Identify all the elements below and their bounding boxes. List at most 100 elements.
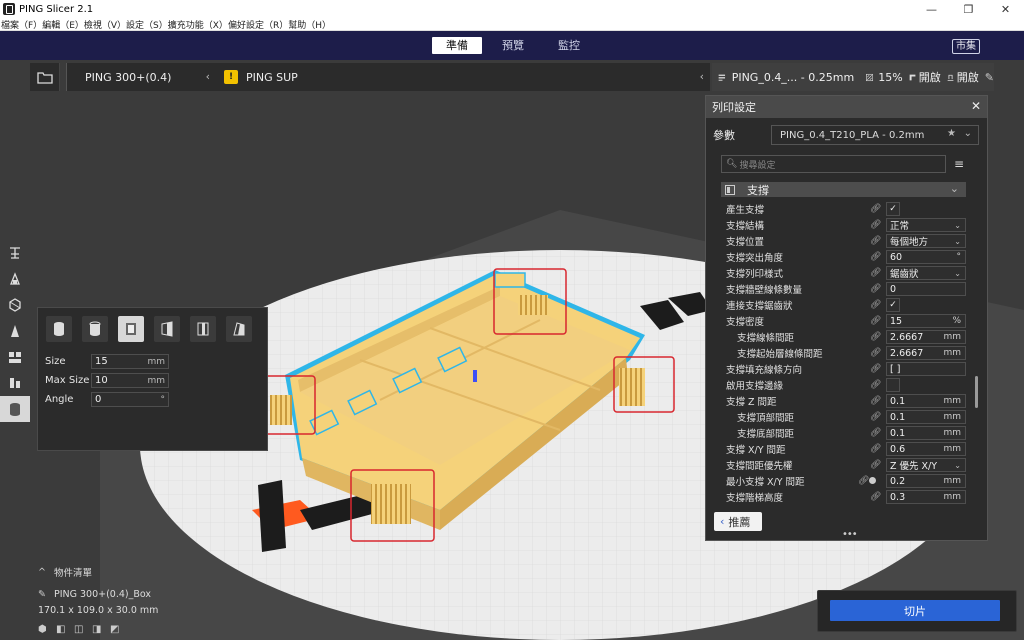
link-icon[interactable]: 🔗︎ [870, 204, 881, 214]
profile-dropdown[interactable]: PING_0.4_T210_PLA - 0.2mm ★ ⌄ [771, 125, 979, 145]
link-icon[interactable]: 🔗︎ [870, 332, 881, 342]
menu-file[interactable]: 檔案（F） [1, 18, 42, 31]
menu-help[interactable]: 幫助（H） [288, 18, 331, 31]
setting-value-field[interactable]: 15% [886, 314, 966, 328]
menu-extensions[interactable]: 擴充功能（X） [168, 18, 228, 31]
link-icon[interactable]: 🔗︎ [870, 444, 881, 454]
setting-name: 支撐底部間距 [737, 429, 795, 440]
edit-pencil-icon[interactable]: ✎ [38, 589, 46, 600]
view-3d-icon[interactable]: ⬢ [38, 624, 56, 635]
layflat-tool-button[interactable] [0, 370, 30, 396]
job-toolbar: PING 300+(0.4) ‹ ! PING SUP ‹ [30, 63, 710, 91]
tab-prepare[interactable]: 準備 [432, 37, 482, 54]
link-icon[interactable]: 🔗︎ [870, 316, 881, 326]
maximize-button[interactable]: ❐ [950, 0, 987, 18]
setting-value-field[interactable]: [ ] [886, 362, 966, 376]
angle-input[interactable]: 0 ° [91, 392, 169, 407]
setting-value-field[interactable]: 2.6667 mm [886, 330, 966, 344]
close-window-button[interactable]: ✕ [987, 0, 1024, 18]
setting-name: 支撐 Z 間距 [726, 397, 777, 408]
setting-value-field[interactable]: 正常 ⌄ [886, 218, 966, 232]
setting-checkbox[interactable]: ✓ [886, 298, 900, 312]
cube-shape-button[interactable] [118, 316, 144, 342]
scrollbar-thumb[interactable] [975, 376, 978, 408]
setting-value-field[interactable]: 60 ° [886, 250, 966, 264]
tube-shape-button[interactable] [82, 316, 108, 342]
menu-settings[interactable]: 設定（S） [126, 18, 168, 31]
setting-checkbox[interactable]: ✓ [886, 202, 900, 216]
tab-monitor[interactable]: 監控 [544, 37, 594, 54]
view-front-icon[interactable]: ◧ [56, 624, 74, 635]
setting-value-field[interactable]: 0.1 mm [886, 426, 966, 440]
marketplace-button[interactable]: 市集 [952, 39, 980, 54]
setting-value-field[interactable]: 鋸齒狀 ⌄ [886, 266, 966, 280]
size-input[interactable]: 15 mm [91, 354, 169, 369]
settings-search-input[interactable]: 🔍︎ 搜尋設定 [721, 155, 946, 173]
setting-value-field[interactable]: 0.6 mm [886, 442, 966, 456]
cylinder-shape-button[interactable] [46, 316, 72, 342]
menu-preferences[interactable]: 偏好設定（R） [228, 18, 288, 31]
material-selector[interactable]: ! PING SUP ‹ [216, 63, 710, 91]
menu-edit[interactable]: 編輯（E） [42, 18, 84, 31]
object-list-toggle[interactable]: ^ 物件清單 [38, 565, 278, 580]
link-icon[interactable]: 🔗︎ [870, 220, 881, 230]
app-logo-icon [3, 3, 15, 15]
printer-selector[interactable]: PING 300+(0.4) ‹ [66, 63, 216, 91]
print-settings-summary[interactable]: PING_0.4_... - 0.25mm 15% 開啟 開啟 ✎ [712, 63, 994, 91]
adhesion-icon [947, 74, 954, 81]
link-icon[interactable]: 🔗︎ [870, 252, 881, 262]
link-icon[interactable]: 🔗︎ [858, 476, 869, 486]
minimize-button[interactable]: — [913, 0, 950, 18]
star-icon[interactable]: ★ [947, 128, 956, 139]
setting-checkbox[interactable] [886, 378, 900, 392]
info-dot-icon[interactable] [869, 477, 876, 484]
slab-shape-button[interactable] [190, 316, 216, 342]
link-icon[interactable]: 🔗︎ [870, 412, 881, 422]
hamburger-menu-icon[interactable]: ≡ [954, 157, 964, 171]
menu-view[interactable]: 檢視（V） [84, 18, 126, 31]
setting-value-field[interactable]: 0 [886, 282, 966, 296]
setting-value-field[interactable]: 0.3 mm [886, 490, 966, 504]
ramp-shape-button[interactable] [226, 316, 252, 342]
scale-tool-button[interactable] [0, 266, 30, 292]
setting-value-field[interactable]: 2.6667 mm [886, 346, 966, 360]
tab-preview[interactable]: 預覽 [488, 37, 538, 54]
setting-value-field[interactable]: 每個地方 ⌄ [886, 234, 966, 248]
open-file-button[interactable] [30, 63, 60, 91]
view-right-icon[interactable]: ◩ [110, 624, 128, 635]
maxsize-input[interactable]: 10 mm [91, 373, 169, 388]
link-icon[interactable]: 🔗︎ [870, 236, 881, 246]
mirror-tool-button[interactable] [0, 318, 30, 344]
link-icon[interactable]: 🔗︎ [870, 348, 881, 358]
resize-grip-icon[interactable]: ••• [842, 529, 858, 540]
link-icon[interactable]: 🔗︎ [870, 460, 881, 470]
link-icon[interactable]: 🔗︎ [870, 396, 881, 406]
setting-value-field[interactable]: 0.1 mm [886, 410, 966, 424]
link-icon[interactable]: 🔗︎ [870, 300, 881, 310]
recommended-button[interactable]: ‹ 推薦 [714, 512, 762, 531]
link-icon[interactable]: 🔗︎ [870, 492, 881, 502]
category-support-header[interactable]: 支撐 ⌄ [721, 182, 966, 197]
link-icon[interactable]: 🔗︎ [870, 268, 881, 278]
view-top-icon[interactable]: ◫ [74, 624, 92, 635]
rotate-tool-button[interactable] [0, 292, 30, 318]
link-icon[interactable]: 🔗︎ [870, 380, 881, 390]
link-icon[interactable]: 🔗︎ [870, 428, 881, 438]
wedge-shape-button[interactable] [154, 316, 180, 342]
slice-button[interactable]: 切片 [830, 600, 1000, 621]
setting-value-field[interactable]: 0.2 mm [886, 474, 966, 488]
chevron-down-icon: ⌄ [954, 268, 961, 278]
setting-name: 支撐密度 [726, 317, 765, 328]
close-icon[interactable]: ✕ [971, 99, 981, 113]
move-tool-button[interactable] [0, 240, 30, 266]
link-icon[interactable]: 🔗︎ [870, 284, 881, 294]
setting-row: 連接支撐鋸齒狀 🔗︎ ✓ [706, 297, 974, 313]
setting-value: 0.2 [890, 475, 906, 487]
setting-value-field[interactable]: Z 優先 X/Y ⌄ [886, 458, 966, 472]
setting-value-field[interactable]: 0.1 mm [886, 394, 966, 408]
per-model-settings-button[interactable] [0, 344, 30, 370]
view-left-icon[interactable]: ◨ [92, 624, 110, 635]
rotate-icon [9, 298, 21, 312]
link-icon[interactable]: 🔗︎ [870, 364, 881, 374]
support-blocker-tool-button[interactable] [0, 396, 30, 422]
